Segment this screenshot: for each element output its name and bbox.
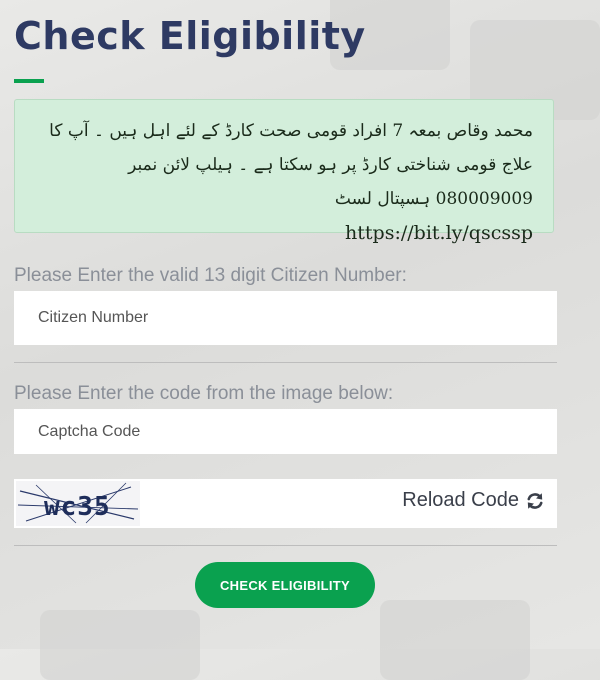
captcha-input[interactable] (14, 409, 557, 454)
notice-urdu-text: محمد وقاص بمعہ 7 افراد قومی صحت کارڈ کے … (49, 121, 533, 209)
eligibility-notice: محمد وقاص بمعہ 7 افراد قومی صحت کارڈ کے … (14, 99, 554, 244)
citizen-number-label: Please Enter the valid 13 digit Citizen … (14, 265, 407, 286)
captcha-code-text: wc35 (44, 492, 111, 522)
background-decoration (40, 610, 200, 680)
title-underline (14, 79, 44, 83)
divider (14, 362, 557, 363)
refresh-icon (527, 492, 543, 509)
captcha-label: Please Enter the code from the image bel… (14, 383, 394, 404)
reload-code-label: Reload Code (402, 489, 519, 511)
captcha-image: wc35 (16, 481, 140, 526)
captcha-row: wc35 Reload Code (14, 479, 557, 528)
reload-code-button[interactable]: Reload Code (402, 489, 545, 512)
divider (14, 545, 557, 546)
check-eligibility-button[interactable]: CHECK ELIGIBILITY (195, 562, 375, 608)
page-title: Check Eligibility (14, 14, 366, 58)
hospital-list-link[interactable]: https://bit.ly/qscssp (35, 216, 533, 250)
citizen-number-input[interactable] (14, 291, 557, 345)
background-decoration (380, 600, 530, 680)
